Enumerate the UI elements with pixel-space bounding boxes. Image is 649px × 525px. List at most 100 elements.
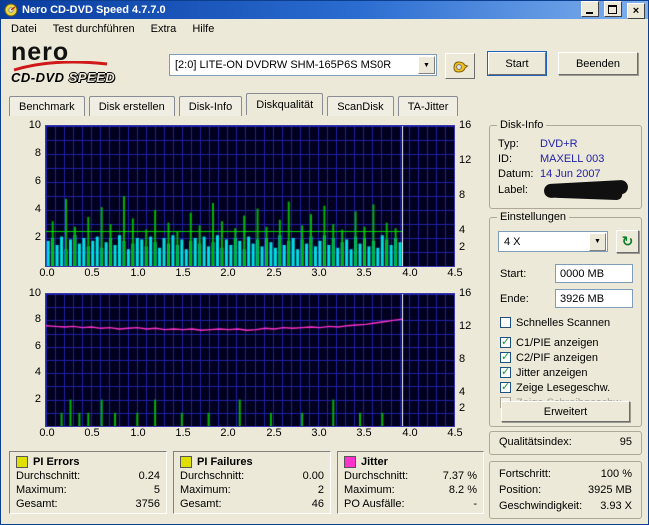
- start-button-label: Start: [505, 58, 528, 70]
- speed-select-value: 4 X: [499, 236, 589, 248]
- y-axis-tick: 10: [15, 119, 41, 131]
- tab-diskqualitaet[interactable]: Diskqualität: [246, 93, 323, 115]
- x-axis-tick: 3.5: [352, 427, 376, 439]
- app-icon: [4, 3, 18, 17]
- stat-value: 7.37 %: [443, 469, 477, 483]
- close-icon: ×: [633, 6, 639, 16]
- check-icon: ✓: [501, 335, 510, 348]
- stat-row: Gesamt:46: [180, 497, 324, 511]
- checkbox-c1-pie-anzeigen[interactable]: ✓ C1/PIE anzeigen: [500, 336, 599, 349]
- stat-value: 5: [154, 483, 160, 497]
- stat-value: -: [473, 497, 477, 511]
- y-axis-tick: 2: [15, 393, 41, 405]
- eject-hand-button[interactable]: [445, 53, 475, 79]
- y-axis-tick: 2: [15, 231, 41, 243]
- menu-hilfe[interactable]: Hilfe: [184, 20, 222, 38]
- drive-select[interactable]: [2:0] LITE-ON DVDRW SHM-165P6S MS0R ▼: [169, 54, 437, 76]
- x-axis-tick: 1.5: [171, 427, 195, 439]
- refresh-button[interactable]: ↻: [616, 230, 639, 253]
- menu-bar: Datei Test durchführen Extra Hilfe: [1, 19, 648, 39]
- tab-disk-erstellen[interactable]: Disk erstellen: [89, 96, 175, 116]
- disk-info-row-label: Label:: [498, 184, 635, 196]
- y-axis-tick: 4: [15, 203, 41, 215]
- menu-extra[interactable]: Extra: [143, 20, 185, 38]
- position-label: Position:: [499, 484, 541, 496]
- progress-row: Fortschritt: 100 %: [499, 468, 632, 480]
- pi-failures-panel: PI Failures Durchschnitt:0.00 Maximum:2 …: [173, 451, 331, 514]
- window-title: Nero CD-DVD Speed 4.7.7.0: [22, 4, 579, 16]
- position-row: Position: 3925 MB: [499, 484, 632, 496]
- speed-value: 3.93 X: [600, 500, 632, 512]
- stat-row: Durchschnitt:7.37 %: [344, 469, 477, 483]
- x-axis-tick: 2.0: [216, 267, 240, 279]
- hand-disc-icon: [451, 58, 469, 74]
- speed-select[interactable]: 4 X ▼: [498, 231, 608, 252]
- tab-ta-jitter[interactable]: TA-Jitter: [398, 96, 459, 116]
- pi-failures-panel-header: PI Failures: [180, 455, 324, 469]
- speed-row: Geschwindigkeit: 3.93 X: [499, 500, 632, 512]
- nero-logo-swoosh: [13, 61, 109, 73]
- tab-benchmark[interactable]: Benchmark: [9, 96, 85, 116]
- x-axis-tick: 3.5: [352, 267, 376, 279]
- stat-label: Maximum:: [16, 483, 67, 497]
- stat-label: Durchschnitt:: [180, 469, 244, 483]
- checkbox-c2-pif-anzeigen[interactable]: ✓ C2/PIF anzeigen: [500, 351, 598, 364]
- minimize-icon: [586, 12, 593, 14]
- end-position-row: Ende:: [500, 289, 633, 308]
- x-axis-tick: 2.5: [262, 427, 286, 439]
- end-position-input[interactable]: [555, 289, 633, 308]
- checkbox-jitter-anzeigen[interactable]: ✓ Jitter anzeigen: [500, 366, 588, 379]
- tab-disk-info[interactable]: Disk-Info: [179, 96, 242, 116]
- quit-button[interactable]: Beenden: [558, 52, 638, 75]
- pi-errors-panel-header: PI Errors: [16, 455, 160, 469]
- checkbox-schnelles-scannen[interactable]: Schnelles Scannen: [500, 316, 610, 329]
- x-axis-tick: 0.0: [35, 427, 59, 439]
- start-button[interactable]: Start: [488, 52, 546, 75]
- x-axis-tick: 3.0: [307, 427, 331, 439]
- checkbox-zeige-lesegeschw[interactable]: ✓ Zeige Lesegeschw.: [500, 381, 610, 394]
- stat-label: Durchschnitt:: [16, 469, 80, 483]
- close-button[interactable]: ×: [627, 3, 645, 19]
- window-controls: ×: [579, 1, 645, 19]
- checkbox-box-icon: ✓: [500, 367, 511, 378]
- stat-row: Durchschnitt: 0.00: [180, 469, 324, 483]
- x-axis-tick: 2.5: [262, 267, 286, 279]
- stat-value: 3756: [136, 497, 160, 511]
- tab-scandisk[interactable]: ScanDisk: [327, 96, 393, 116]
- quality-index-group: Qualitätsindex: 95: [489, 431, 642, 455]
- stat-row: Maximum:2: [180, 483, 324, 497]
- disk-info-value: DVD+R: [540, 138, 578, 150]
- stat-value: 0.00: [303, 469, 324, 483]
- drive-select-dropdown-button[interactable]: ▼: [418, 56, 435, 74]
- progress-group: Fortschritt: 100 % Position: 3925 MB Ges…: [489, 461, 642, 519]
- x-axis-tick: 1.0: [126, 427, 150, 439]
- checkbox-box-icon: ✓: [500, 382, 511, 393]
- checkbox-label: C2/PIF anzeigen: [516, 352, 598, 364]
- start-position-input[interactable]: [555, 264, 633, 283]
- minimize-button[interactable]: [581, 1, 599, 17]
- advanced-button[interactable]: Erweitert: [501, 401, 630, 422]
- y-axis-right-tick: 8: [459, 353, 483, 365]
- title-bar[interactable]: Nero CD-DVD Speed 4.7.7.0 ×: [1, 1, 648, 19]
- checkbox-box-icon: [500, 317, 511, 328]
- stat-row: Durchschnitt: 0.24: [16, 469, 160, 483]
- tab-strip: Benchmark Disk erstellen Disk-Info Diskq…: [1, 93, 648, 116]
- pi-failures-jitter-chart: [45, 293, 455, 427]
- disk-info-group: Disk-Info Typ: DVD+R ID: MAXELL 003 Datu…: [489, 125, 642, 209]
- stat-label: Gesamt:: [180, 497, 222, 511]
- disk-info-row-datum: Datum: 14 Jun 2007: [498, 168, 635, 180]
- disk-info-value: MAXELL 003: [540, 153, 604, 165]
- y-axis-right-tick: 16: [459, 119, 483, 131]
- check-icon: ✓: [501, 380, 510, 393]
- stat-value: 0.24: [139, 469, 160, 483]
- chevron-down-icon: ▼: [423, 62, 430, 69]
- maximize-button[interactable]: [604, 1, 622, 17]
- x-axis-tick: 0.5: [80, 267, 104, 279]
- settings-group: Einstellungen 4 X ▼ ↻ Start: Ende: Schne…: [489, 217, 642, 427]
- menu-datei[interactable]: Datei: [3, 20, 45, 38]
- progress-label: Fortschritt:: [499, 468, 551, 480]
- check-icon: ✓: [501, 350, 510, 363]
- menu-test-durchfuehren[interactable]: Test durchführen: [45, 20, 143, 38]
- drive-select-value: [2:0] LITE-ON DVDRW SHM-165P6S MS0R: [170, 59, 418, 71]
- speed-select-dropdown-button[interactable]: ▼: [589, 233, 606, 251]
